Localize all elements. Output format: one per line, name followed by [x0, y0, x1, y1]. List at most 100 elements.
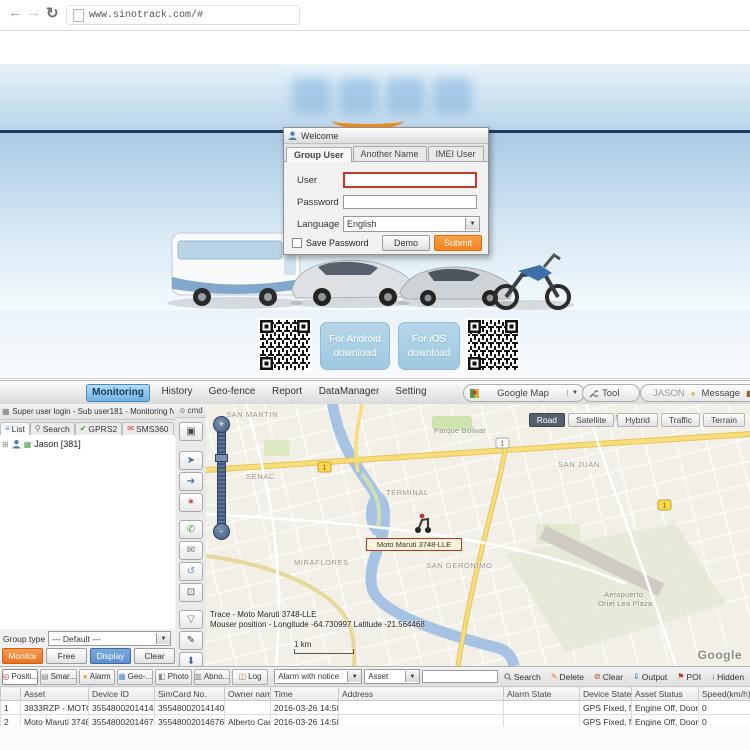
tree-item-jason[interactable]: ⊞ ▦ Jason [381] — [0, 435, 175, 453]
android-download-button[interactable]: For Android download — [320, 322, 390, 370]
tab-gprs[interactable]: ✔GPRS2 — [75, 422, 123, 435]
send-icon[interactable]: ➔ — [179, 472, 203, 491]
col-asset-status[interactable]: Asset Status — [632, 687, 699, 701]
screen-icon[interactable]: ▣ — [179, 422, 203, 441]
tab-setting[interactable]: Setting — [388, 384, 434, 400]
col-index[interactable] — [1, 687, 21, 701]
clear-button[interactable]: Clear — [134, 648, 175, 664]
user-icon — [288, 131, 297, 140]
map-type-hybrid[interactable]: Hybrid — [617, 413, 658, 427]
reply-icon[interactable]: ↺ — [179, 562, 203, 581]
group-type-select[interactable]: --- Default --- ▼ — [48, 631, 171, 646]
browser-forward-icon[interactable]: → — [26, 4, 41, 21]
expander-icon[interactable]: ⊞ — [2, 440, 9, 449]
col-address[interactable]: Address — [339, 687, 504, 701]
poi-button[interactable]: ⚑ POI — [673, 670, 705, 684]
tab-monitoring[interactable]: Monitoring — [86, 384, 150, 402]
user-field[interactable] — [343, 172, 477, 188]
log-icon: ◫ — [239, 673, 247, 681]
col-alarm-state[interactable]: Alarm State — [504, 687, 580, 701]
zoom-slider-handle[interactable] — [215, 454, 228, 462]
map-canvas[interactable]: 1 1 1 Road Satellite Hybrid Traffic Te — [206, 404, 750, 666]
sidebar-buttons: Monitor Free Display Clear — [0, 648, 177, 664]
col-time[interactable]: Time — [271, 687, 339, 701]
tab-sms[interactable]: ✉SMS360 — [122, 422, 173, 435]
tab-geo[interactable]: ▦Geo-... — [117, 669, 153, 685]
display-button[interactable]: Display — [90, 648, 131, 664]
alarm-notice-select[interactable]: Alarm with notice ▼ — [274, 669, 362, 684]
tab-history[interactable]: History — [154, 384, 200, 400]
submit-button[interactable]: Submit — [434, 235, 482, 251]
map-scale-label: 1 km — [294, 640, 311, 649]
map-provider-select[interactable]: Google Map ▼ — [463, 384, 585, 402]
tab-imei-user[interactable]: IMEI User — [428, 146, 484, 161]
demo-button[interactable]: Demo — [382, 235, 430, 251]
map-type-road[interactable]: Road — [529, 413, 565, 427]
browser-reload-icon[interactable]: ↻ — [46, 4, 59, 22]
sms-icon[interactable]: ✉ — [179, 541, 203, 560]
asset-select[interactable]: Asset ▼ — [364, 669, 420, 684]
marker-label[interactable]: Moto Maruti 3748-LLE — [366, 538, 462, 551]
tab-smart[interactable]: ▤Smar... — [40, 669, 76, 685]
tab-abnormal[interactable]: ▥Abno... — [194, 669, 230, 685]
zoom-out-button[interactable]: - — [213, 523, 230, 540]
tab-another-name[interactable]: Another Name — [353, 146, 427, 161]
locate-icon[interactable]: ➤ — [179, 451, 203, 470]
free-button[interactable]: Free — [46, 648, 87, 664]
qr-code-ios — [466, 318, 520, 372]
group-type-label: Group type — [3, 634, 45, 644]
output-button[interactable]: ⇓ Output — [629, 670, 671, 684]
page: ← → ↻ www.sinotrack.com/# — [0, 0, 750, 750]
message-button[interactable]: Message — [702, 388, 741, 399]
tool-button[interactable]: Tool — [582, 384, 640, 402]
ios-download-button[interactable]: For iOS download — [398, 322, 460, 370]
map-type-terrain[interactable]: Terrain — [703, 413, 745, 427]
tab-list[interactable]: ≡List — [0, 422, 30, 435]
monitor-button[interactable]: Monitor — [2, 648, 43, 664]
map-type-satellite[interactable]: Satellite — [568, 413, 614, 427]
save-password-checkbox[interactable] — [292, 238, 302, 248]
tab-photo[interactable]: ◧Photo — [155, 669, 191, 685]
tab-group-user[interactable]: Group User — [286, 147, 352, 162]
tab-report[interactable]: Report — [264, 384, 310, 400]
map-type-traffic[interactable]: Traffic — [661, 413, 700, 427]
call-icon[interactable]: ✆ — [179, 520, 203, 539]
browser-back-icon[interactable]: ← — [8, 4, 23, 21]
edit-icon[interactable]: ✎ — [179, 631, 203, 650]
col-device-id[interactable]: Device ID — [89, 687, 155, 701]
tab-alarm[interactable]: ●Alarm — [79, 669, 115, 685]
tab-datamanager[interactable]: DataManager — [314, 384, 384, 400]
url-text: www.sinotrack.com/# — [89, 10, 203, 21]
cmd-header: ⚙ cmd — [176, 404, 206, 418]
login-title-bar[interactable]: Welcome — [284, 128, 488, 144]
password-field[interactable] — [343, 195, 477, 209]
filter-icon[interactable]: ▽ — [179, 610, 203, 629]
hidden-icon: ↓ — [711, 673, 715, 681]
zoom-slider-track[interactable] — [217, 432, 226, 524]
tab-geo-fence[interactable]: Geo-fence — [204, 384, 260, 400]
tab-search[interactable]: ⚲Search — [30, 422, 75, 435]
col-speed[interactable]: Speed(km/h) — [699, 687, 750, 701]
session-user-label[interactable]: JASON — [653, 388, 685, 399]
save-password-label: Save Password — [306, 238, 369, 248]
col-simcard[interactable]: SimCard No. — [155, 687, 225, 701]
asset-search-input[interactable] — [422, 670, 498, 683]
search-button[interactable]: Search — [500, 670, 545, 684]
col-asset[interactable]: Asset — [21, 687, 89, 701]
zoom-in-button[interactable]: + — [213, 416, 230, 433]
tab-position[interactable]: ◎Positi... — [2, 669, 38, 685]
hidden-button[interactable]: ↓ Hidden — [707, 670, 748, 684]
table-row[interactable]: 1 3833RZP - MOTO 355480020141408 3554800… — [1, 701, 750, 715]
mileage-icon[interactable]: ⊡ — [179, 583, 203, 602]
col-device-state[interactable]: Device State — [580, 687, 632, 701]
tab-log[interactable]: ◫Log — [232, 669, 268, 685]
col-owner[interactable]: Owner name — [225, 687, 271, 701]
ios-download-line1: For iOS — [412, 334, 446, 345]
delete-button[interactable]: ✎ Delete — [547, 670, 588, 684]
language-select[interactable]: English ▼ — [343, 216, 480, 232]
list-icon: ≡ — [5, 425, 10, 433]
address-bar[interactable]: www.sinotrack.com/# — [66, 5, 300, 25]
alarm-icon[interactable]: ✶ — [179, 493, 203, 512]
clear-button-toolbar[interactable]: ⊘ Clear — [590, 670, 627, 684]
map-scale-line — [294, 649, 354, 654]
